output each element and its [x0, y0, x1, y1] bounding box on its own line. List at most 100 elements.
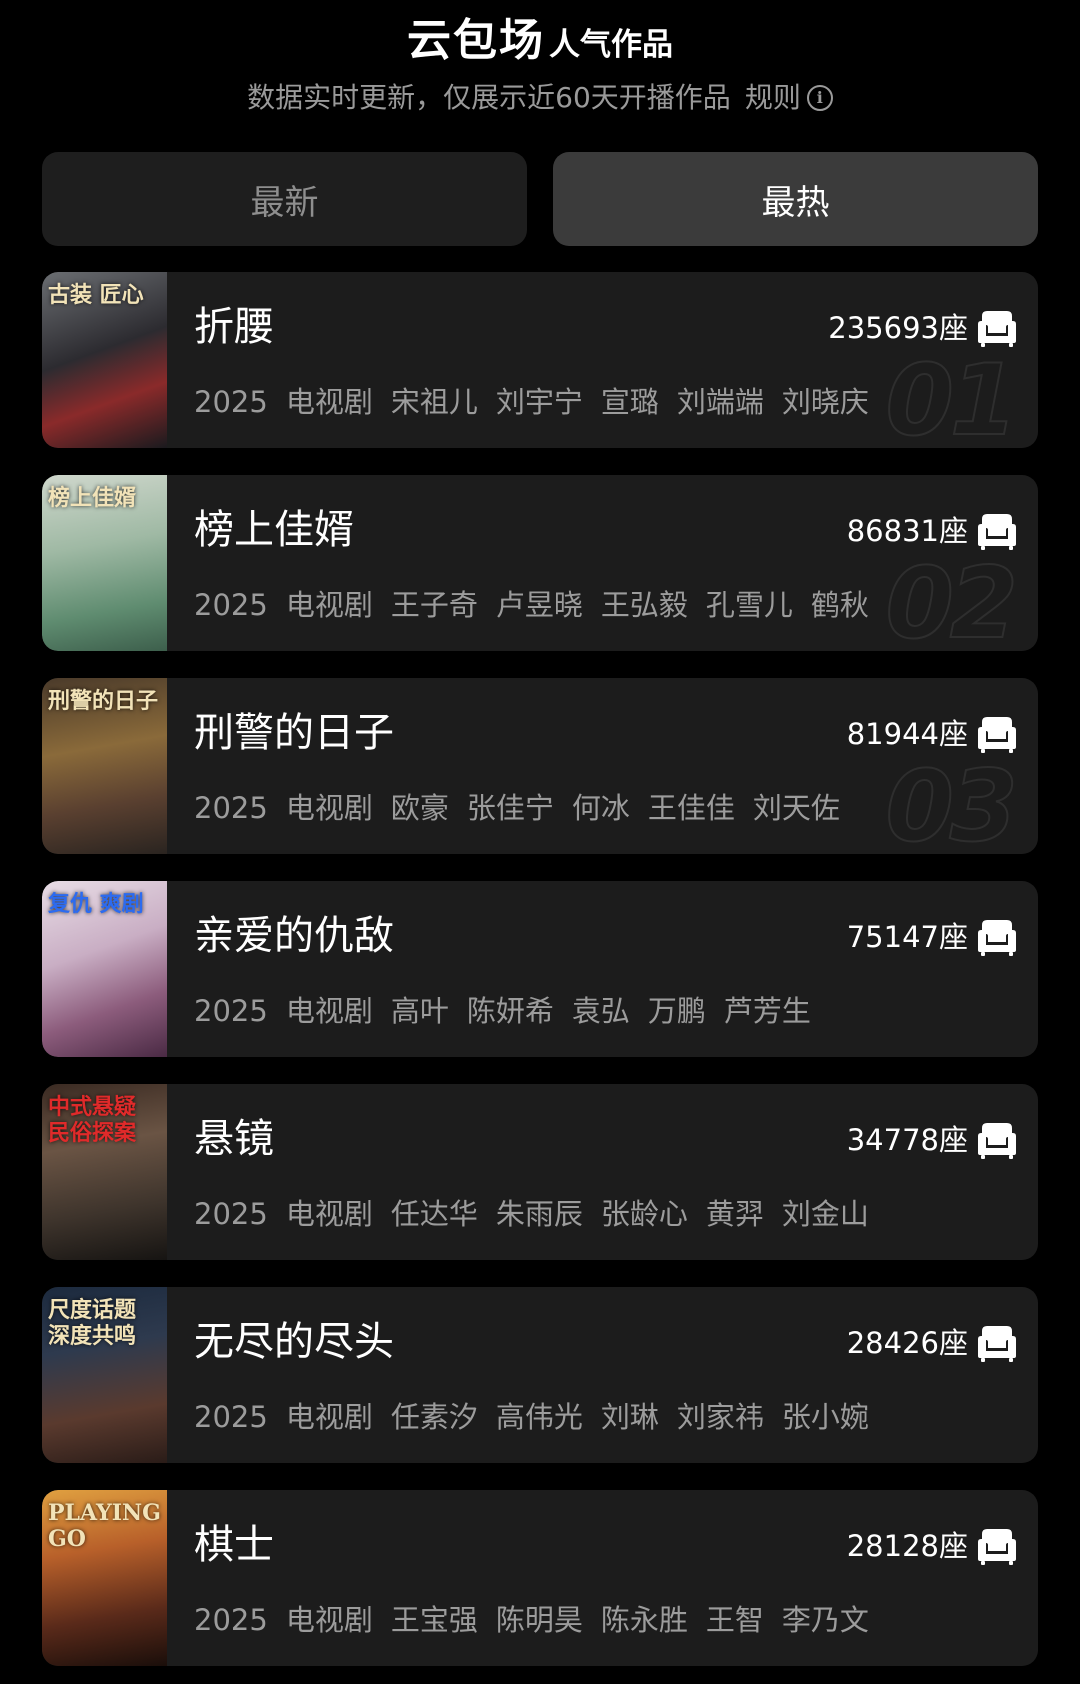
list-item[interactable]: 尺度话题 深度共鸣 无尽的尽头 28426座 2025 电视剧 任素汐 高伟光 刘琳… [42, 1287, 1038, 1463]
seat-count: 86831座 [847, 511, 1018, 551]
poster-image[interactable]: 中式悬疑 民俗探案 [42, 1084, 167, 1260]
cast-name: 刘天佐 [752, 791, 840, 825]
cast-name: 王弘毅 [600, 588, 688, 622]
sofa-icon [976, 511, 1018, 551]
seat-count-value: 86831座 [846, 514, 968, 548]
cast-name: 陈妍希 [466, 994, 554, 1028]
sofa-icon [976, 917, 1018, 957]
show-type: 电视剧 [285, 791, 373, 825]
show-title: 棋士 [194, 1522, 274, 1568]
cast-name: 芦芳生 [723, 994, 811, 1028]
list-item[interactable]: 古装 匠心 01 折腰 235693座 2025 电视剧 宋祖儿 刘宇宁 宣璐 刘端端… [42, 272, 1038, 448]
show-title: 亲爱的仇敌 [194, 913, 394, 959]
show-year: 2025 [194, 385, 268, 419]
cast-name: 孔雪儿 [705, 588, 793, 622]
title-main: 云包场 [407, 15, 545, 66]
cast-name: 袁弘 [571, 994, 630, 1028]
poster-caption: 榜上佳婿 [48, 485, 137, 511]
cast-name: 宋祖儿 [390, 385, 478, 419]
rules-label: 规则 [744, 81, 801, 114]
cast-name: 张龄心 [600, 1197, 688, 1231]
seat-count: 28128座 [847, 1526, 1018, 1566]
poster-image[interactable]: 刑警的日子 [42, 678, 167, 854]
seat-count-value: 28426座 [846, 1326, 968, 1360]
poster-caption: 古装 匠心 [48, 282, 144, 308]
show-year: 2025 [194, 1197, 268, 1231]
cast-name: 任素汐 [390, 1400, 478, 1434]
poster-image[interactable]: 古装 匠心 [42, 272, 167, 448]
list-item[interactable]: PLAYING GO 棋士 28128座 2025 电视剧 王宝强 陈明昊 陈永胜王… [42, 1490, 1038, 1666]
cast-name: 刘琳 [600, 1400, 659, 1434]
show-meta: 2025 电视剧 任达华 朱雨辰 张龄心 黄羿 刘金山 [194, 1194, 887, 1234]
poster-image[interactable]: 榜上佳婿 [42, 475, 167, 651]
cast-name: 张佳宁 [466, 791, 554, 825]
cast-name: 陈明昊 [495, 1603, 583, 1637]
show-meta: 2025 电视剧 任素汐 高伟光 刘琳 刘家祎 张小婉 [194, 1397, 887, 1437]
show-title: 折腰 [194, 304, 274, 350]
rules-link[interactable]: 规则 i [745, 78, 833, 118]
sofa-icon [976, 1526, 1018, 1566]
cast-name: 王佳佳 [647, 791, 735, 825]
seat-count: 75147座 [847, 917, 1018, 957]
show-meta: 2025 电视剧 高叶 陈妍希 袁弘 万鹏 芦芳生 [194, 991, 829, 1031]
show-title: 刑警的日子 [194, 710, 394, 756]
seat-count-value: 34778座 [846, 1123, 968, 1157]
cast-name: 刘宇宁 [495, 385, 583, 419]
cast-name: 高伟光 [495, 1400, 583, 1434]
rank-number: 01 [885, 344, 1019, 448]
sofa-icon [976, 714, 1018, 754]
list-item[interactable]: 榜上佳婿 02 榜上佳婿 86831座 2025 电视剧 王子奇 卢昱晓 王弘毅 孔雪… [42, 475, 1038, 651]
tab-hottest[interactable]: 最热 [553, 152, 1038, 246]
cast-name: 何冰 [571, 791, 630, 825]
show-title: 榜上佳婿 [194, 507, 354, 553]
list-item[interactable]: 复仇 爽剧 亲爱的仇敌 75147座 2025 电视剧 高叶 陈妍希 袁弘 万鹏 芦芳生 [42, 881, 1038, 1057]
tab-latest[interactable]: 最新 [42, 152, 527, 246]
cast-name: 王智 [705, 1603, 764, 1637]
seat-count-value: 75147座 [846, 920, 968, 954]
sofa-icon [976, 1120, 1018, 1160]
cast-name: 王宝强 [390, 1603, 478, 1637]
show-type: 电视剧 [285, 588, 373, 622]
show-year: 2025 [194, 791, 268, 825]
show-year: 2025 [194, 994, 268, 1028]
cast-name: 刘金山 [781, 1197, 869, 1231]
show-type: 电视剧 [285, 1400, 373, 1434]
cast-name: 鹤秋 [810, 588, 869, 622]
title-sub: 人气作品 [549, 27, 673, 63]
poster-caption: 刑警的日子 [48, 688, 159, 714]
show-type: 电视剧 [285, 1197, 373, 1231]
rank-number: 02 [885, 547, 1019, 651]
subtitle-text: 数据实时更新，仅展示近60天开播作品 [247, 81, 731, 114]
show-meta: 2025 电视剧 宋祖儿 刘宇宁 宣璐 刘端端 刘晓庆 [194, 382, 887, 422]
cast-name: 欧豪 [390, 791, 449, 825]
poster-image[interactable]: 复仇 爽剧 [42, 881, 167, 1057]
sort-tabs: 最新 最热 [42, 152, 1038, 246]
poster-image[interactable]: PLAYING GO [42, 1490, 167, 1666]
seat-count: 235693座 [828, 308, 1018, 348]
rank-number: 03 [885, 750, 1019, 854]
poster-caption: 尺度话题 深度共鸣 [48, 1297, 137, 1349]
show-meta: 2025 电视剧 欧豪 张佳宁 何冰 王佳佳 刘天佐 [194, 788, 858, 828]
list-item[interactable]: 中式悬疑 民俗探案 悬镜 34778座 2025 电视剧 任达华 朱雨辰 张龄心 黄羿… [42, 1084, 1038, 1260]
ranking-list: 古装 匠心 01 折腰 235693座 2025 电视剧 宋祖儿 刘宇宁 宣璐 刘端端… [42, 272, 1038, 1684]
cast-name: 万鹏 [647, 994, 706, 1028]
seat-count-value: 28128座 [846, 1529, 968, 1563]
cast-name: 刘家祎 [676, 1400, 764, 1434]
seat-count: 34778座 [847, 1120, 1018, 1160]
seat-count-value: 235693座 [828, 311, 968, 345]
poster-caption: PLAYING GO [48, 1500, 161, 1552]
seat-count: 81944座 [847, 714, 1018, 754]
cast-name: 高叶 [390, 994, 449, 1028]
subtitle: 数据实时更新，仅展示近60天开播作品 规则 i [0, 78, 1080, 118]
cast-name: 刘晓庆 [781, 385, 869, 419]
cast-name: 王子奇 [390, 588, 478, 622]
poster-image[interactable]: 尺度话题 深度共鸣 [42, 1287, 167, 1463]
info-icon: i [806, 85, 833, 111]
show-year: 2025 [194, 588, 268, 622]
sofa-icon [976, 308, 1018, 348]
show-type: 电视剧 [285, 1603, 373, 1637]
list-item[interactable]: 刑警的日子 03 刑警的日子 81944座 2025 电视剧 欧豪 张佳宁 何冰 王佳… [42, 678, 1038, 854]
show-type: 电视剧 [285, 994, 373, 1028]
cast-name: 宣璐 [600, 385, 659, 419]
cast-name: 任达华 [390, 1197, 478, 1231]
